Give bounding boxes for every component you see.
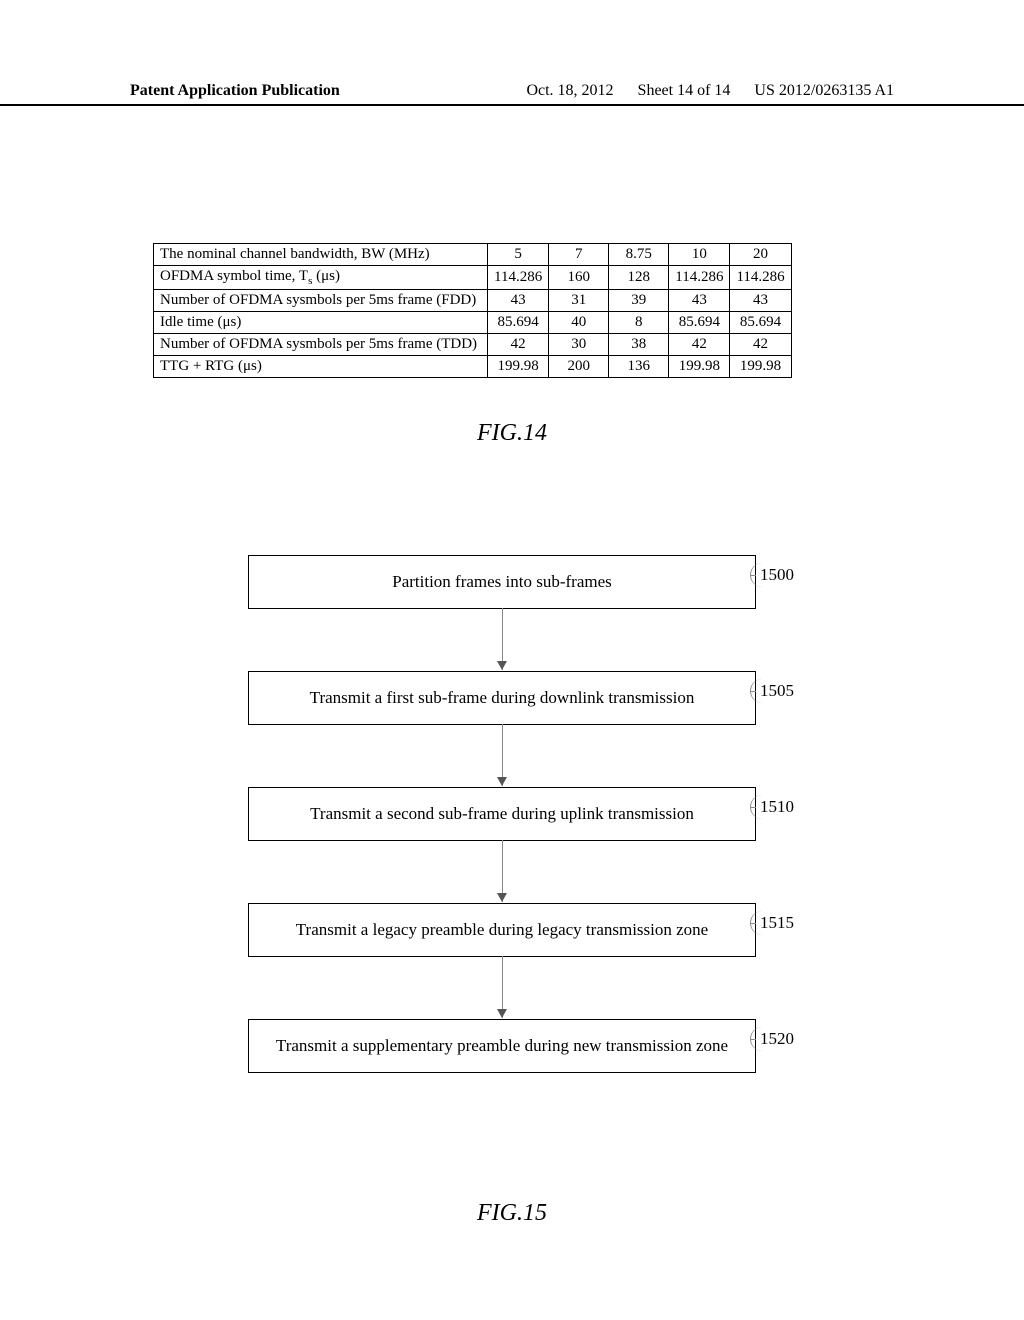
flowchart-step-text: Partition frames into sub-frames: [392, 572, 612, 591]
table-cell: 136: [609, 356, 669, 378]
flowchart-callout-number: 1505: [760, 681, 794, 701]
table-row-label: Idle time (μs): [154, 312, 488, 334]
flowchart-step: Transmit a first sub-frame during downli…: [248, 671, 756, 725]
callout-connector-icon: [750, 691, 756, 692]
table-cell: 20: [730, 244, 791, 266]
arrow-down-icon: [502, 608, 503, 670]
flowchart-step-text: Transmit a first sub-frame during downli…: [310, 688, 695, 707]
flowchart: Partition frames into sub-frames Transmit…: [248, 555, 756, 1073]
table-cell: 5: [488, 244, 549, 266]
figure-14-label: FIG.14: [0, 420, 1024, 447]
table-row-label: The nominal channel bandwidth, BW (MHz): [154, 244, 488, 266]
flowchart-step-text: Transmit a legacy preamble during legacy…: [296, 920, 708, 939]
page-header: Patent Application Publication Oct. 18, …: [0, 82, 1024, 106]
callout-connector-icon: [750, 807, 756, 808]
table-cell: 128: [609, 266, 669, 290]
arrow-down-icon: [502, 840, 503, 902]
table-cell: 114.286: [669, 266, 730, 290]
header-date: Oct. 18, 2012: [526, 82, 613, 100]
table-cell: 8: [609, 312, 669, 334]
table-cell: 114.286: [730, 266, 791, 290]
table-cell: 43: [488, 290, 549, 312]
table-cell: 43: [669, 290, 730, 312]
callout-connector-icon: [750, 1039, 756, 1040]
flowchart-step-text: Transmit a second sub-frame during uplin…: [310, 804, 694, 823]
callout-connector-icon: [750, 923, 756, 924]
table-row-label: OFDMA symbol time, Ts (μs): [154, 266, 488, 290]
table-row: The nominal channel bandwidth, BW (MHz)5…: [154, 244, 792, 266]
table-row-label: Number of OFDMA sysmbols per 5ms frame (…: [154, 334, 488, 356]
table-cell: 85.694: [488, 312, 549, 334]
arrow-down-icon: [502, 724, 503, 786]
flowchart-step: Transmit a supplementary preamble during…: [248, 1019, 756, 1073]
table-cell: 8.75: [609, 244, 669, 266]
table-cell: 30: [549, 334, 609, 356]
table-cell: 199.98: [669, 356, 730, 378]
parameters-table: The nominal channel bandwidth, BW (MHz)5…: [153, 243, 792, 378]
table-row-label: Number of OFDMA sysmbols per 5ms frame (…: [154, 290, 488, 312]
table-cell: 114.286: [488, 266, 549, 290]
table-cell: 42: [669, 334, 730, 356]
table-cell: 42: [488, 334, 549, 356]
header-right: Oct. 18, 2012 Sheet 14 of 14 US 2012/026…: [526, 82, 894, 100]
table-cell: 42: [730, 334, 791, 356]
figure-15-label: FIG.15: [0, 1200, 1024, 1227]
table-row: OFDMA symbol time, Ts (μs)114.2861601281…: [154, 266, 792, 290]
flowchart-callout-number: 1520: [760, 1029, 794, 1049]
table-cell: 85.694: [669, 312, 730, 334]
table-cell: 7: [549, 244, 609, 266]
flowchart-step: Transmit a second sub-frame during uplin…: [248, 787, 756, 841]
table-cell: 31: [549, 290, 609, 312]
flowchart-callout-number: 1510: [760, 797, 794, 817]
header-docnum: US 2012/0263135 A1: [754, 82, 894, 100]
table-cell: 199.98: [488, 356, 549, 378]
header-publication: Patent Application Publication: [130, 82, 340, 100]
arrow-down-icon: [502, 956, 503, 1018]
flowchart-step: Transmit a legacy preamble during legacy…: [248, 903, 756, 957]
table-cell: 40: [549, 312, 609, 334]
table-cell: 200: [549, 356, 609, 378]
table-cell: 39: [609, 290, 669, 312]
table-cell: 160: [549, 266, 609, 290]
flowchart-step-text: Transmit a supplementary preamble during…: [276, 1036, 728, 1055]
callout-connector-icon: [750, 575, 756, 576]
table-row-label: TTG + RTG (μs): [154, 356, 488, 378]
table-row: TTG + RTG (μs)199.98200136199.98199.98: [154, 356, 792, 378]
flowchart-callout-number: 1500: [760, 565, 794, 585]
table-cell: 10: [669, 244, 730, 266]
flowchart-step: Partition frames into sub-frames: [248, 555, 756, 609]
table-cell: 85.694: [730, 312, 791, 334]
table-cell: 38: [609, 334, 669, 356]
table-cell: 43: [730, 290, 791, 312]
table-row: Number of OFDMA sysmbols per 5ms frame (…: [154, 334, 792, 356]
table-row: Number of OFDMA sysmbols per 5ms frame (…: [154, 290, 792, 312]
header-sheet: Sheet 14 of 14: [638, 82, 731, 100]
flowchart-callout-number: 1515: [760, 913, 794, 933]
table-row: Idle time (μs)85.69440885.69485.694: [154, 312, 792, 334]
table-cell: 199.98: [730, 356, 791, 378]
